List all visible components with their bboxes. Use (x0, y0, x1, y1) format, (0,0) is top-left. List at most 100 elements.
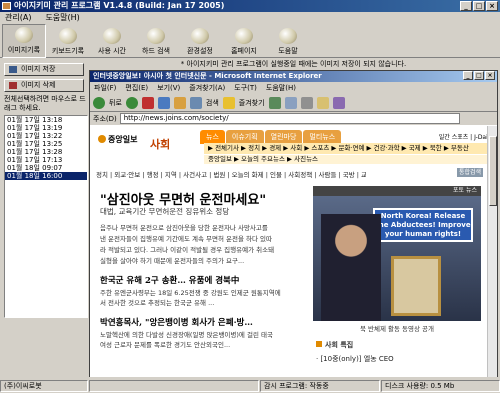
body-line: 실형을 살아야 하기 때문에 운전자들의 주의가 요구... (100, 257, 245, 265)
menu-help[interactable]: 도움말(H) (45, 12, 79, 24)
ie-menu-item: 도움말(H) (265, 84, 296, 92)
company-status: (주)이씨로봇 (0, 379, 88, 392)
subheadline: 대법, 교육기간 무면허운전 징유위소 정당 (100, 207, 230, 216)
tool-label: 키보드기록 (51, 47, 85, 55)
tool-label: 이미지기록 (7, 46, 41, 54)
ie-search-icon (189, 96, 202, 109)
settings-icon (191, 28, 209, 44)
stop-icon (141, 96, 154, 109)
list-item[interactable]: 01월 17일 17:13 (5, 156, 87, 164)
usage-time-button[interactable]: 사용 시간 (90, 24, 134, 58)
image-record-button[interactable]: 이미지기록 (2, 24, 46, 58)
tool-label: 도움말 (278, 47, 298, 55)
story2-body: 주한 유엔군사령부는 18일 6.25전쟁 중 강원도 인제군 원통지역에 서 … (100, 288, 305, 308)
portrait-frame (391, 256, 441, 316)
scroll-thumb (489, 136, 497, 206)
ie-menu-bar: 파일(F) 편집(E) 보기(V) 즐겨찾기(A) 도구(T) 도움말(H) (90, 82, 497, 94)
select-hint: 전체선택하려면 마우스로 드래그 하세요. (4, 95, 86, 112)
body-line: 주한 유엔군사령부는 18일 6.25전쟁 중 강원도 인제군 원통지역에 (100, 289, 281, 297)
logo-icon (98, 135, 106, 143)
page-search-button: 통합검색 (457, 168, 483, 177)
settings-button[interactable]: 환경설정 (178, 24, 222, 58)
window-title: 아이지키미 관리 프로그램 V1.4.8 (Build: Jan 17 2005… (14, 1, 225, 10)
ie-title: 인터넷중앙일보! 아시아 첫 인터넷신문 - Microsoft Interne… (93, 72, 322, 80)
sub-navigation: ▶ 전체기사 ▶ 정치 ▶ 경제 ▶ 사회 ▶ 스포츠 ▶ 문화·연예 ▶ 건강… (204, 143, 497, 154)
search-label: 검색 (205, 98, 219, 107)
body-line: 음주나 무면허 운전으로 삼진아웃을 당한 운전자나 사망사고를 (100, 224, 268, 232)
list-item[interactable]: 01월 17일 13:25 (5, 140, 87, 148)
body-line: 라 적발되고 있다. 그러나 이같이 적발될 경우 집행유예가 취소돼 (100, 246, 275, 254)
ie-maximize-icon: □ (474, 71, 484, 80)
ie-menu-item: 보기(V) (157, 84, 181, 92)
tab-news: 뉴스 (200, 130, 225, 144)
tool-label: 사용 시간 (98, 47, 126, 55)
captured-screenshot: 인터넷중앙일보! 아시아 첫 인터넷신문 - Microsoft Interne… (89, 70, 498, 377)
list-item[interactable]: 01월 17일 13:18 (5, 116, 87, 124)
body-line: 낸 운전자들이 집행유예 기간에도 계속 무면허 운전을 하다 있따 (100, 235, 273, 243)
sub-navigation-2: 중앙일보 ▶ 오늘의 주요뉴스 ▶ 사진뉴스 (204, 155, 497, 164)
help-button[interactable]: 도움말 (266, 24, 310, 58)
newspaper-logo: 중앙일보 (98, 134, 137, 145)
related-item: · [10중(only)] 엘농 CEO (316, 355, 394, 363)
ie-address-row: 주소(D) http://news.joins.com/society/ (90, 112, 497, 125)
ie-menu-item: 즐겨찾기(A) (189, 84, 226, 92)
notice-text: * 아이지키미 관리 프로그램이 실행중일 때에는 이미지 저장이 되지 않습니… (180, 60, 407, 68)
list-item[interactable]: 01월 17일 13:19 (5, 124, 87, 132)
ie-toolbar: 뒤로 검색 즐겨찾기 (90, 94, 497, 112)
ie-close-icon: × (485, 71, 495, 80)
save-icon (9, 66, 17, 73)
home-icon (235, 28, 253, 44)
disk-status: 디스크 사용량: 0.5 Mb (381, 379, 500, 392)
save-image-label: 이미지 저장 (21, 65, 56, 73)
story2-title: 한국군 유해 2구 송환… 유품에 경북中 (100, 276, 240, 286)
list-item[interactable]: 01월 17일 13:22 (5, 132, 87, 140)
homepage-button[interactable]: 홈페이지 (222, 24, 266, 58)
address-field: http://news.joins.com/society/ (119, 113, 460, 124)
delete-image-label: 이미지 삭제 (21, 81, 56, 89)
save-image-button[interactable]: 이미지 저장 (4, 63, 84, 76)
logo-text: 중앙일보 (108, 135, 138, 144)
minimize-button[interactable]: _ (460, 1, 472, 11)
story3-title: 박연흥목사, "앙은뱅이병 회사가 은폐·방… (100, 318, 253, 328)
tool-label: 홈페이지 (231, 47, 257, 55)
status-empty (89, 379, 259, 392)
back-icon (93, 96, 105, 109)
help-icon (279, 28, 297, 44)
time-list[interactable]: 01월 17일 13:18 01월 17일 13:19 01월 17일 13:2… (4, 115, 88, 318)
delete-image-button[interactable]: 이미지 삭제 (4, 79, 84, 92)
maximize-button[interactable]: □ (473, 1, 485, 11)
protest-sign: North Korea! Release the Abductees! Impr… (373, 208, 473, 242)
right-pane: * 아이지키미 관리 프로그램이 실행중일 때에는 이미지 저장이 되지 않습니… (89, 59, 498, 377)
monitor-status: 감시 프로그램: 작동중 (260, 379, 380, 392)
address-label: 주소(D) (93, 114, 117, 123)
tab-issue: 이슈기획 (225, 130, 264, 144)
list-item[interactable]: 01월 17일 13:28 (5, 148, 87, 156)
story3-body: 노말헥산에 의한 다발성 신경장애(일명 앉은뱅이병)에 걸린 태국 여성 근로… (100, 330, 305, 350)
print-icon (300, 96, 313, 109)
category-line: 정치 | 외교·안보 | 행정 | 지역 | 사건사고 | 법원 | 오늘의 화… (96, 171, 366, 179)
web-page: 중앙일보 사회 뉴스 이슈기획 열린마당 멀티뉴스 일간 스포츠 | J-Dai… (90, 126, 497, 377)
related-title: 사회 특집 (316, 340, 353, 350)
menu-bar: 관리(A) 도움말(H) (0, 12, 500, 24)
keyboard-record-button[interactable]: 키보드기록 (46, 24, 90, 58)
favorites-label: 즐겨찾기 (238, 98, 265, 107)
close-button[interactable]: × (486, 1, 498, 11)
news-photo: North Korea! Release the Abductees! Impr… (313, 196, 481, 321)
page-scrollbar (487, 126, 497, 377)
app-icon (2, 2, 11, 10)
keyboard-icon (59, 28, 77, 44)
section-title: 사회 (150, 138, 171, 151)
main-toolbar: 이미지기록 키보드기록 사용 시간 하드 검색 환경설정 홈페이지 도움말 (0, 24, 500, 58)
hard-search-button[interactable]: 하드 검색 (134, 24, 178, 58)
photo-caption: 북 반체제 활동 동영상 공개 (359, 325, 435, 333)
ie-menu-item: 파일(F) (94, 84, 117, 92)
menu-manage[interactable]: 관리(A) (5, 12, 31, 24)
folder-icon (316, 96, 329, 109)
refresh-icon (157, 96, 170, 109)
tool-label: 환경설정 (187, 47, 213, 55)
search-icon (147, 28, 165, 44)
person-figure (321, 214, 381, 321)
list-item[interactable]: 01월 18일 09:07 (5, 164, 87, 172)
list-item-selected[interactable]: 01월 18일 16:00 (5, 172, 87, 180)
top-right-links: 일간 스포츠 | J-Daily (438, 134, 493, 141)
